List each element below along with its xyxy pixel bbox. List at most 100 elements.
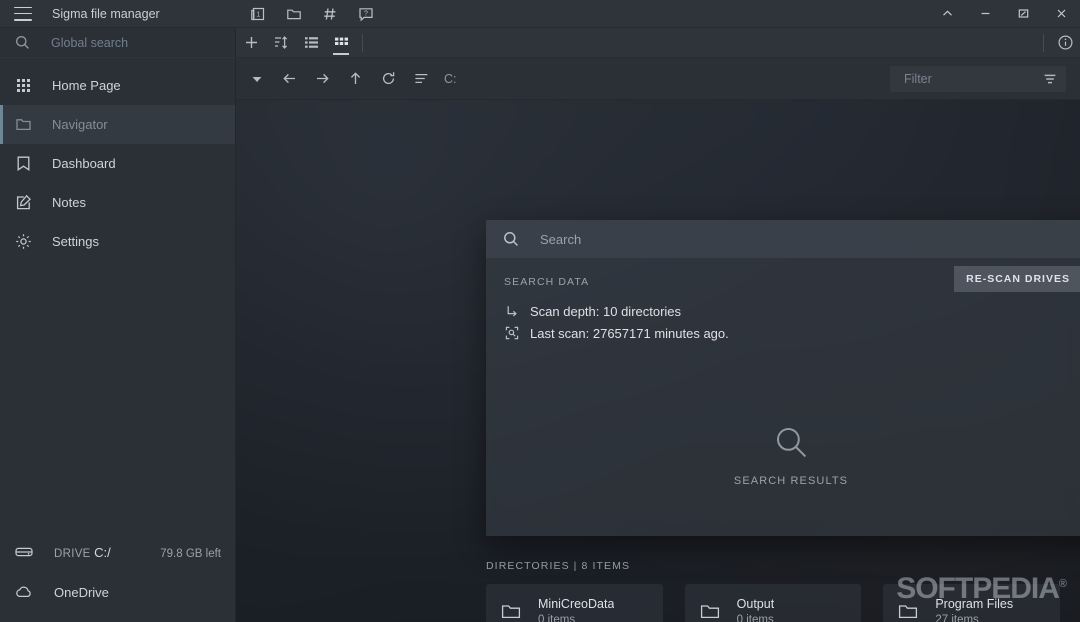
directory-name: Program Files xyxy=(935,596,1014,611)
arrow-right-icon xyxy=(317,73,329,84)
bookmark-icon xyxy=(14,155,32,173)
titlebar-left: Sigma file manager xyxy=(0,6,236,21)
toolbar-separator xyxy=(362,33,363,52)
breadcrumb[interactable]: C: xyxy=(444,72,457,86)
sidebar-item-dashboard[interactable]: Dashboard xyxy=(0,144,235,183)
directories-section: DIRECTORIES | 8 ITEMS MiniCreoData 0 ite… xyxy=(486,560,1060,622)
sidebar-item-label: Home Page xyxy=(52,78,121,93)
collapse-button[interactable] xyxy=(928,0,966,28)
svg-text:?: ? xyxy=(364,10,368,17)
cloud-icon xyxy=(14,582,34,602)
note-edit-icon xyxy=(14,194,32,212)
search-data-text: Last scan: 27657171 minutes ago. xyxy=(530,325,729,341)
sidebar-item-label: Dashboard xyxy=(52,156,116,171)
search-data-text: Scan depth: 10 directories xyxy=(530,303,682,319)
drive-item-c[interactable]: DRIVE C:/ 79.8 GB left xyxy=(0,532,235,572)
folder-icon xyxy=(699,600,721,622)
grid-view-icon xyxy=(334,37,348,45)
info-icon[interactable] xyxy=(1050,28,1080,58)
sort-button[interactable] xyxy=(266,28,296,58)
directory-card[interactable]: Output 0 items xyxy=(684,584,862,622)
history-dropdown-button[interactable] xyxy=(240,62,273,95)
search-modal-header: Search xyxy=(486,220,1080,258)
menu-lines-icon xyxy=(415,73,428,84)
hash-icon[interactable] xyxy=(322,6,338,22)
filter-icon[interactable] xyxy=(1042,71,1058,87)
sidebar-item-home-page[interactable]: Home Page xyxy=(0,66,235,105)
directories-grid: MiniCreoData 0 items Output 0 items Prog… xyxy=(486,584,1060,622)
sort-icon xyxy=(274,36,287,49)
search-data-label: SEARCH DATA xyxy=(504,276,590,288)
search-data-list: Scan depth: 10 directories Last scan: 27… xyxy=(504,300,1080,344)
sidebar-item-label: Notes xyxy=(52,195,86,210)
sidebar: Global search Home Page Navigator Dashbo… xyxy=(0,28,236,622)
primary-toolbar xyxy=(236,28,1080,58)
sigma-file-manager-window: Sigma file manager 1 ? Global search Hom… xyxy=(0,0,1080,622)
window-body: Global search Home Page Navigator Dashbo… xyxy=(0,28,1080,622)
search-modal-body: SEARCH DATA RE-SCAN DRIVES Scan depth: 1… xyxy=(486,258,1080,536)
gear-icon xyxy=(14,233,32,251)
titlebar-icon-group: 1 ? xyxy=(250,6,374,22)
list-view-button[interactable] xyxy=(296,28,326,58)
drive-item-onedrive[interactable]: OneDrive xyxy=(0,572,235,612)
tab-count-icon[interactable]: 1 xyxy=(250,6,266,22)
search-data-row: Scan depth: 10 directories xyxy=(504,300,1080,322)
directory-count: 27 items xyxy=(935,613,979,622)
forward-button[interactable] xyxy=(306,62,339,95)
main-area: C: Filter DIRECTORIES | 8 ITEMS MiniCreo… xyxy=(236,28,1080,622)
drive-free-space: 79.8 GB left xyxy=(160,547,221,560)
sidebar-drives: DRIVE C:/ 79.8 GB left OneDrive xyxy=(0,532,235,622)
directory-card[interactable]: Program Files 27 items xyxy=(883,584,1060,622)
global-search-input[interactable]: Global search xyxy=(0,28,235,58)
arrow-left-icon xyxy=(283,73,295,84)
directory-meta: MiniCreoData 0 items xyxy=(538,597,614,622)
filter-input[interactable]: Filter xyxy=(890,65,1066,92)
rescan-drives-button[interactable]: RE-SCAN DRIVES xyxy=(954,266,1080,292)
sidebar-item-navigator[interactable]: Navigator xyxy=(0,105,235,144)
navigation-toolbar: C: Filter xyxy=(236,58,1080,100)
drive-icon xyxy=(14,542,34,562)
onedrive-label: OneDrive xyxy=(54,584,109,600)
sidebar-item-label: Navigator xyxy=(52,117,108,132)
feedback-icon[interactable]: ? xyxy=(358,6,374,22)
maximize-button[interactable] xyxy=(1004,0,1042,28)
search-results-caption: SEARCH RESULTS xyxy=(733,475,849,487)
path-options-button[interactable] xyxy=(405,62,438,95)
caret-down-icon xyxy=(252,76,261,82)
global-search-placeholder: Global search xyxy=(51,35,129,50)
folder-icon xyxy=(14,116,32,134)
search-results-empty-state: SEARCH RESULTS xyxy=(486,423,1080,487)
search-icon xyxy=(772,423,810,461)
folder-icon xyxy=(500,600,522,622)
directory-meta: Output 0 items xyxy=(737,597,775,622)
sidebar-item-label: Settings xyxy=(52,234,99,249)
refresh-icon xyxy=(382,72,395,85)
drive-prefix: DRIVE xyxy=(54,547,91,560)
add-tab-button[interactable] xyxy=(236,28,266,58)
directory-card[interactable]: MiniCreoData 0 items xyxy=(486,584,663,622)
toolbar-separator-right xyxy=(1043,33,1044,52)
sidebar-item-notes[interactable]: Notes xyxy=(0,183,235,222)
hamburger-icon[interactable] xyxy=(14,6,32,21)
back-button[interactable] xyxy=(273,62,306,95)
search-input-placeholder[interactable]: Search xyxy=(540,232,1080,247)
close-button[interactable] xyxy=(1042,0,1080,28)
new-folder-icon[interactable] xyxy=(286,6,302,22)
app-title: Sigma file manager xyxy=(52,6,160,21)
search-icon xyxy=(502,230,520,248)
list-view-icon xyxy=(304,37,318,48)
search-modal: Search SEARCH DATA RE-SCAN DRIVES Scan d… xyxy=(486,220,1080,536)
sidebar-item-settings[interactable]: Settings xyxy=(0,222,235,261)
up-button[interactable] xyxy=(339,62,372,95)
window-controls xyxy=(928,0,1080,28)
minimize-button[interactable] xyxy=(966,0,1004,28)
refresh-button[interactable] xyxy=(372,62,405,95)
content-area: DIRECTORIES | 8 ITEMS MiniCreoData 0 ite… xyxy=(236,100,1080,622)
grid-icon xyxy=(14,77,32,95)
sidebar-nav: Home Page Navigator Dashboard Notes Sett… xyxy=(0,58,235,261)
grid-view-button[interactable] xyxy=(326,28,356,58)
plus-icon xyxy=(245,37,257,48)
search-results-pane: SEARCH DATA RE-SCAN DRIVES Scan depth: 1… xyxy=(486,258,1080,536)
scan-icon xyxy=(504,326,520,340)
